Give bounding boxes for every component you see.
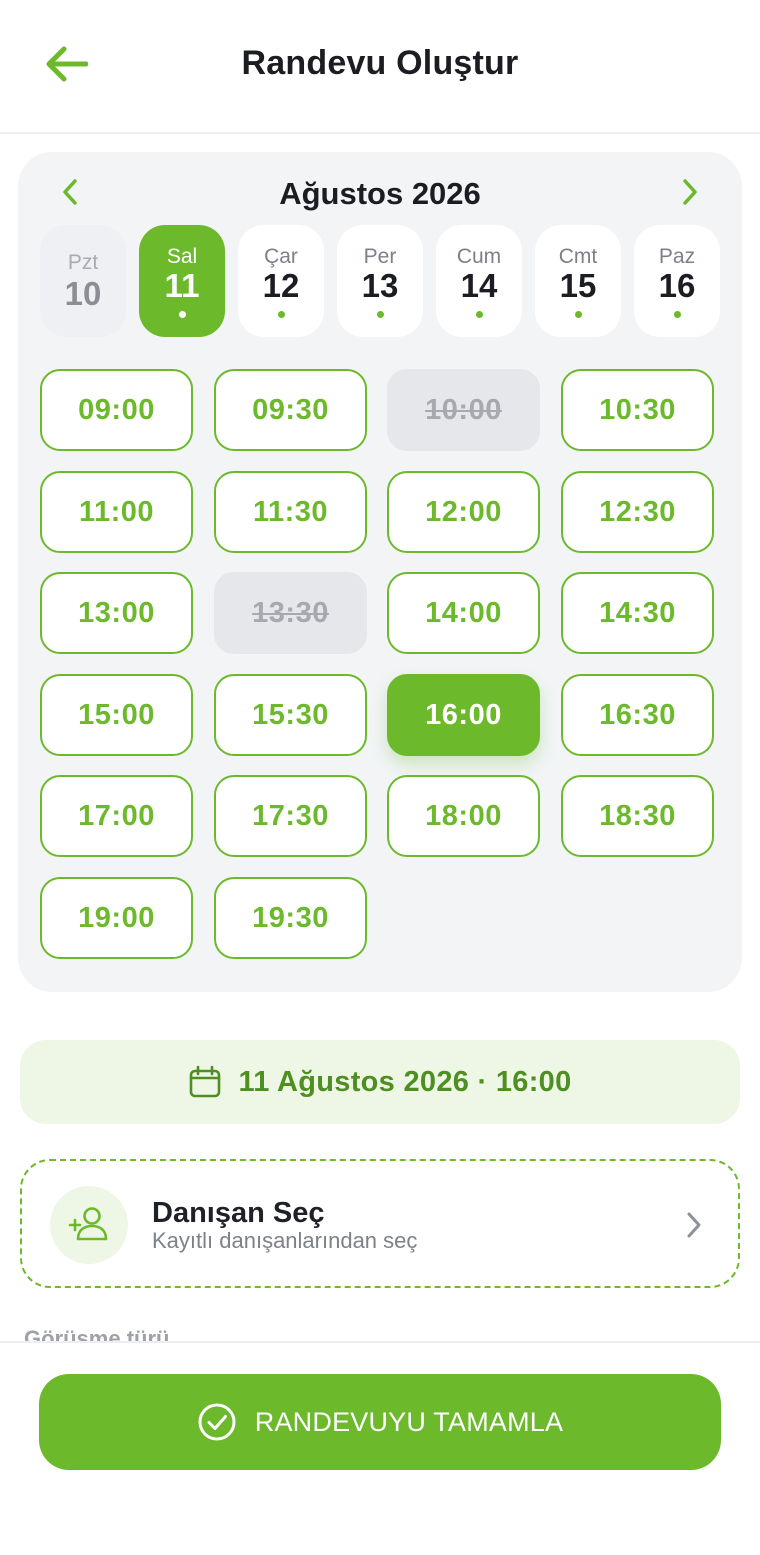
time-slot[interactable]: 11:00 <box>40 471 193 553</box>
time-slot[interactable]: 15:30 <box>214 674 367 756</box>
availability-dot <box>674 311 681 318</box>
day-chip[interactable]: Sal 11 <box>139 225 225 337</box>
time-slot[interactable]: 19:30 <box>214 877 367 959</box>
time-slot[interactable]: 15:00 <box>40 674 193 756</box>
day-number: 10 <box>64 275 102 312</box>
day-number: 13 <box>361 267 399 304</box>
calendar-icon <box>188 1065 222 1099</box>
availability-dot <box>476 311 483 318</box>
day-number: 12 <box>262 267 300 304</box>
day-chip[interactable]: Paz 16 <box>634 225 720 337</box>
time-slot[interactable]: 16:00 <box>387 674 540 756</box>
time-slot[interactable]: 14:30 <box>561 572 714 654</box>
day-name: Per <box>363 245 397 268</box>
day-name: Çar <box>264 245 298 268</box>
day-chip[interactable]: Cum 14 <box>436 225 522 337</box>
selected-datetime-summary: 11 Ağustos 2026 · 16:00 <box>20 1040 740 1124</box>
day-chip: Pzt 10 <box>40 225 126 337</box>
avatar <box>50 1186 128 1264</box>
time-slot: 10:00 <box>387 369 540 451</box>
availability-dot <box>278 311 285 318</box>
day-name: Paz <box>658 245 696 268</box>
time-slot[interactable]: 09:00 <box>40 369 193 451</box>
time-slot[interactable]: 13:00 <box>40 572 193 654</box>
time-slot[interactable]: 11:30 <box>214 471 367 553</box>
time-slot[interactable]: 17:00 <box>40 775 193 857</box>
availability-dot <box>575 311 582 318</box>
day-number: 14 <box>460 267 498 304</box>
day-number: 11 <box>164 267 200 304</box>
check-circle-icon <box>197 1402 237 1442</box>
time-slot[interactable]: 10:30 <box>561 369 714 451</box>
footer-bar: RANDEVUYU TAMAMLA <box>0 1341 760 1555</box>
client-subtitle: Kayıtlı danışanlarından seç <box>152 1228 418 1253</box>
complete-appointment-button[interactable]: RANDEVUYU TAMAMLA <box>39 1374 721 1470</box>
time-slot[interactable]: 09:30 <box>214 369 367 451</box>
summary-text: 11 Ağustos 2026 · 16:00 <box>238 1065 572 1098</box>
calendar-card: Ağustos 2026 Pzt 10 Sal 11 Çar 12 Per 13 <box>18 152 742 992</box>
complete-button-label: RANDEVUYU TAMAMLA <box>254 1406 564 1437</box>
time-slot[interactable]: 18:30 <box>561 775 714 857</box>
month-navigation: Ağustos 2026 <box>18 172 742 216</box>
chevron-right-icon <box>680 1209 708 1241</box>
day-name: Cmt <box>558 245 598 268</box>
month-label: Ağustos 2026 <box>279 176 481 211</box>
availability-dot <box>377 311 384 318</box>
time-slot[interactable]: 14:00 <box>387 572 540 654</box>
time-slot[interactable]: 19:00 <box>40 877 193 959</box>
app-header: Randevu Oluştur <box>0 0 760 134</box>
availability-dot <box>179 311 186 318</box>
time-slot: 13:30 <box>214 572 367 654</box>
day-number: 15 <box>559 267 597 304</box>
day-number: 16 <box>658 267 696 304</box>
time-slot[interactable]: 12:00 <box>387 471 540 553</box>
day-name: Sal <box>166 245 198 268</box>
page-title: Randevu Oluştur <box>241 44 519 82</box>
day-name: Cum <box>456 245 502 268</box>
time-slot-grid: 09:00 09:30 10:00 10:30 11:00 11:30 12:00 12:30… <box>40 369 720 963</box>
time-slot[interactable]: 12:30 <box>561 471 714 553</box>
day-name: Pzt <box>67 251 99 274</box>
time-slot[interactable]: 18:00 <box>387 775 540 857</box>
time-slot[interactable]: 16:30 <box>561 674 714 756</box>
add-user-icon <box>68 1203 110 1248</box>
day-chip[interactable]: Çar 12 <box>238 225 324 337</box>
day-chip[interactable]: Cmt 15 <box>535 225 621 337</box>
select-client-button[interactable]: Danışan Seç Kayıtlı danışanlarından seç <box>20 1159 740 1288</box>
day-selector: Pzt 10 Sal 11 Çar 12 Per 13 Cum 14 Cmt 1… <box>40 225 720 337</box>
chevron-right-icon <box>680 178 700 211</box>
time-slot[interactable]: 17:30 <box>214 775 367 857</box>
client-title: Danışan Seç <box>152 1197 325 1229</box>
next-week-button[interactable] <box>672 176 708 212</box>
day-chip[interactable]: Per 13 <box>337 225 423 337</box>
